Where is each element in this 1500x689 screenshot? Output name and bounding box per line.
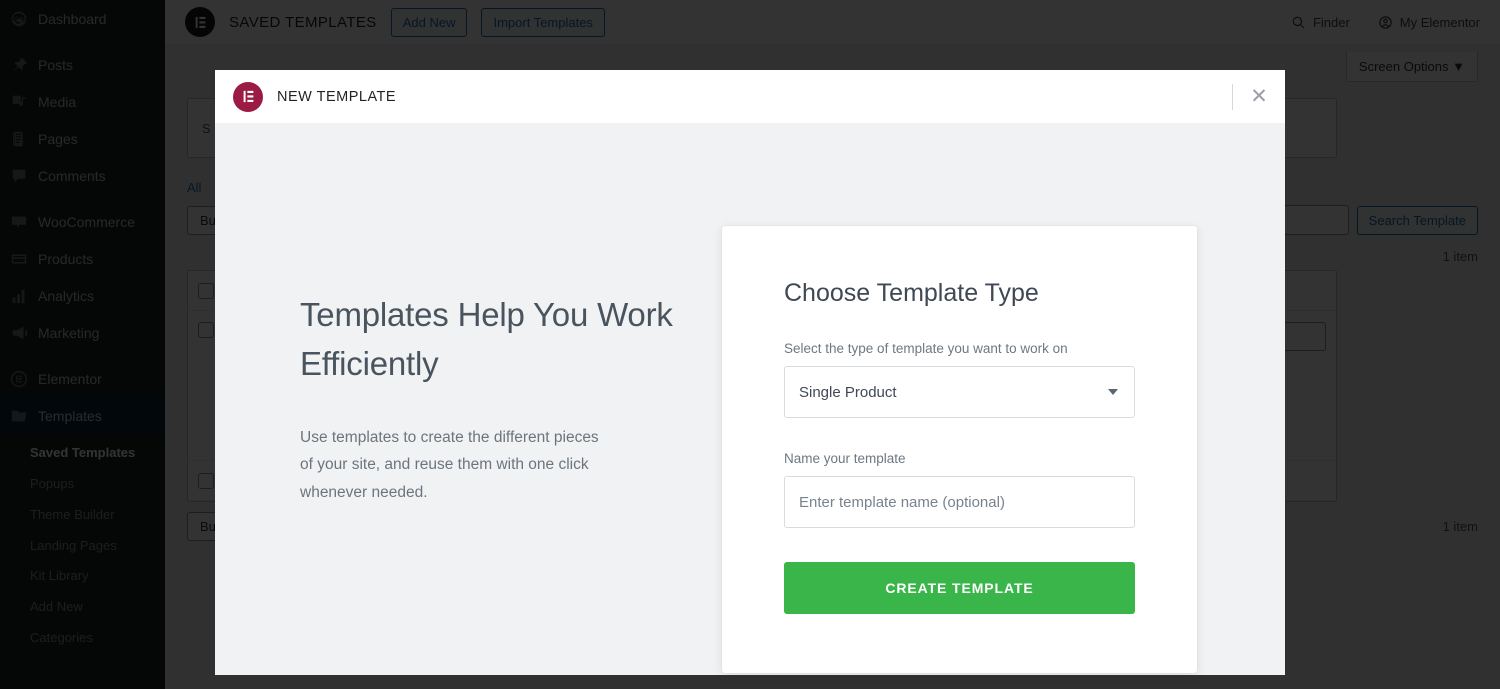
close-icon[interactable]: ✕ (1233, 70, 1285, 123)
template-name-label: Name your template (784, 451, 906, 466)
admin-screen: Dashboard Posts Media Pages Comments (0, 0, 1500, 689)
template-name-placeholder: Enter template name (optional) (799, 493, 1005, 511)
modal-body: Templates Help You Work Efficiently Use … (215, 123, 1285, 675)
template-name-input[interactable]: Enter template name (optional) (784, 476, 1135, 528)
modal-header: NEW TEMPLATE ✕ (215, 70, 1285, 123)
modal-header-right: ✕ (1232, 70, 1285, 123)
modal-intro-panel: Templates Help You Work Efficiently Use … (215, 123, 720, 675)
chevron-down-icon (1108, 389, 1118, 395)
intro-heading: Templates Help You Work Efficiently (300, 296, 673, 382)
intro-description: Use templates to create the different pi… (300, 428, 599, 501)
modal-title: NEW TEMPLATE (277, 88, 397, 105)
create-template-button[interactable]: CREATE TEMPLATE (784, 562, 1135, 614)
card-title: Choose Template Type (784, 279, 1039, 307)
template-type-value: Single Product (799, 383, 897, 401)
elementor-logo-icon (233, 81, 263, 112)
new-template-modal: NEW TEMPLATE ✕ Templates Help You Work E… (215, 70, 1285, 675)
template-type-card: Choose Template Type Select the type of … (722, 226, 1197, 673)
template-type-label: Select the type of template you want to … (784, 341, 1068, 356)
template-type-select[interactable]: Single Product (784, 366, 1135, 418)
